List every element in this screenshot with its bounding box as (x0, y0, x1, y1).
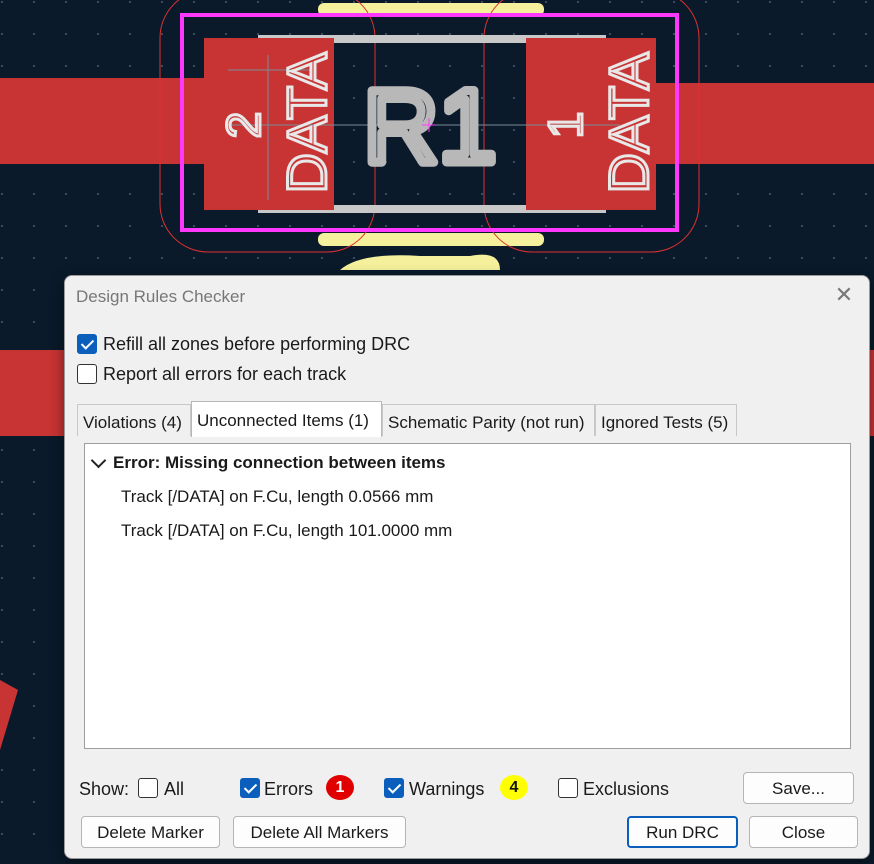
unconnected-items-list[interactable]: Error: Missing connection between items … (84, 443, 851, 749)
show-all-label: All (164, 779, 185, 799)
pad-2-net: DATA (275, 52, 338, 194)
dialog-title: Design Rules Checker (76, 287, 246, 306)
report-all-errors-label: Report all errors for each track (103, 364, 347, 384)
list-item[interactable]: Track [/DATA] on F.Cu, length 0.0566 mm (121, 487, 433, 507)
pad-2-number: 2 (218, 112, 271, 139)
save-button[interactable]: Save... (743, 772, 854, 804)
tab-ignored-tests[interactable]: Ignored Tests (5) (595, 404, 737, 436)
warnings-count-badge: 4 (500, 775, 528, 800)
refill-zones-checkbox[interactable] (77, 334, 97, 354)
report-all-errors-checkbox[interactable] (77, 364, 97, 384)
show-warnings-checkbox[interactable] (384, 778, 404, 798)
reference-designator: R1 (364, 69, 497, 185)
show-errors-label: Errors (264, 779, 313, 799)
tab-schematic-parity[interactable]: Schematic Parity (not run) (382, 404, 595, 436)
title-bar[interactable]: Design Rules Checker ✕ (65, 276, 869, 318)
tab-violations[interactable]: Violations (4) (77, 404, 191, 436)
list-item[interactable]: Track [/DATA] on F.Cu, length 101.0000 m… (121, 521, 452, 541)
refill-zones-label: Refill all zones before performing DRC (103, 334, 411, 354)
show-exclusions-checkbox[interactable] (558, 778, 578, 798)
tab-violations-label: Violations (4) (83, 413, 182, 432)
drc-dialog: Design Rules Checker ✕ Refill all zones … (64, 275, 870, 859)
delete-marker-button[interactable]: Delete Marker (81, 816, 220, 848)
error-group-label: Error: Missing connection between items (113, 453, 446, 472)
delete-all-markers-button[interactable]: Delete All Markers (233, 816, 406, 848)
tab-unconnected-items[interactable]: Unconnected Items (1) (191, 401, 382, 437)
run-drc-button[interactable]: Run DRC (627, 816, 738, 848)
close-icon[interactable]: ✕ (833, 284, 855, 306)
pad-1-number: 1 (540, 112, 593, 139)
show-all-checkbox[interactable] (138, 778, 158, 798)
pad-1-net: DATA (597, 52, 660, 194)
tab-ignored-tests-label: Ignored Tests (5) (601, 413, 729, 432)
show-label: Show: (79, 779, 130, 799)
tab-schematic-parity-label: Schematic Parity (not run) (388, 413, 585, 432)
chevron-down-icon[interactable] (90, 452, 107, 469)
errors-count-badge: 1 (326, 775, 354, 800)
close-button[interactable]: Close (749, 816, 858, 848)
show-warnings-label: Warnings (409, 779, 485, 799)
show-errors-checkbox[interactable] (240, 778, 260, 798)
track-right (645, 83, 874, 164)
tab-unconnected-items-label: Unconnected Items (1) (197, 411, 369, 430)
show-exclusions-label: Exclusions (583, 779, 670, 799)
